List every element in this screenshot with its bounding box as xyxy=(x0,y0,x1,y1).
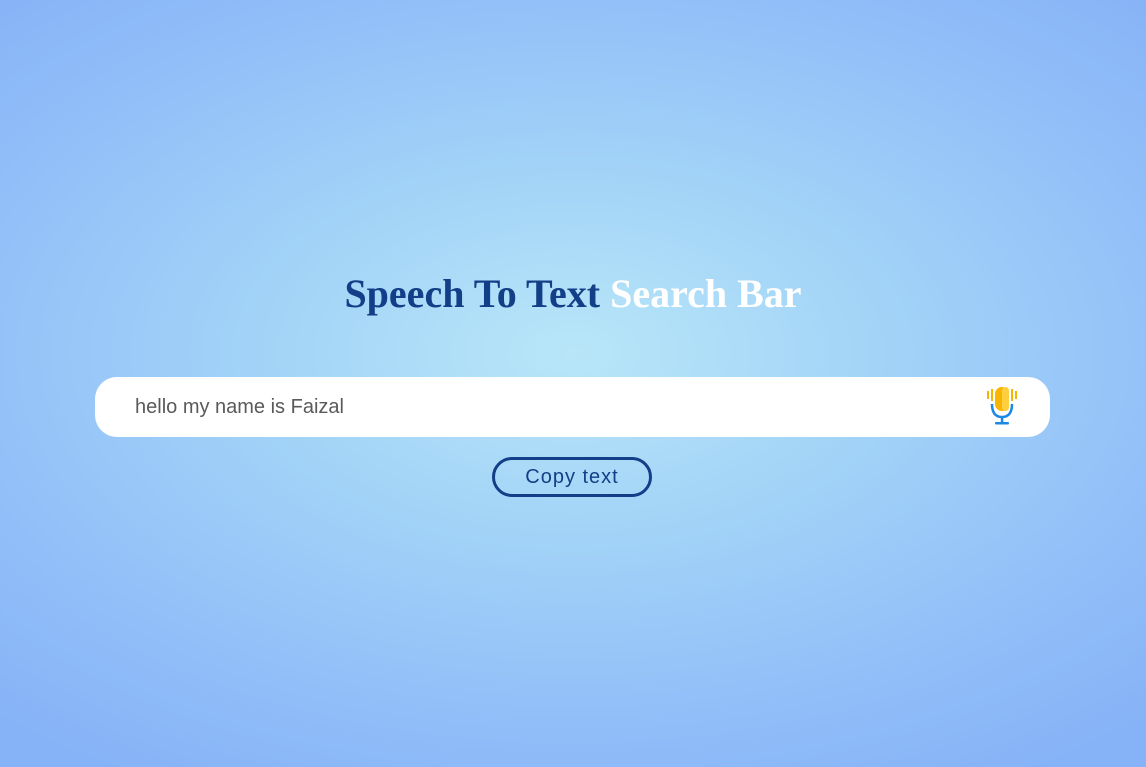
copy-text-button[interactable]: Copy text xyxy=(492,457,652,497)
mic-button[interactable] xyxy=(983,387,1021,427)
page-title: Speech To Text Search Bar xyxy=(0,268,1146,320)
microphone-icon xyxy=(987,387,1017,425)
search-input[interactable] xyxy=(135,377,955,437)
search-bar xyxy=(95,377,1050,437)
page-title-secondary: Search Bar xyxy=(610,271,802,316)
page-title-primary: Speech To Text xyxy=(344,271,601,316)
